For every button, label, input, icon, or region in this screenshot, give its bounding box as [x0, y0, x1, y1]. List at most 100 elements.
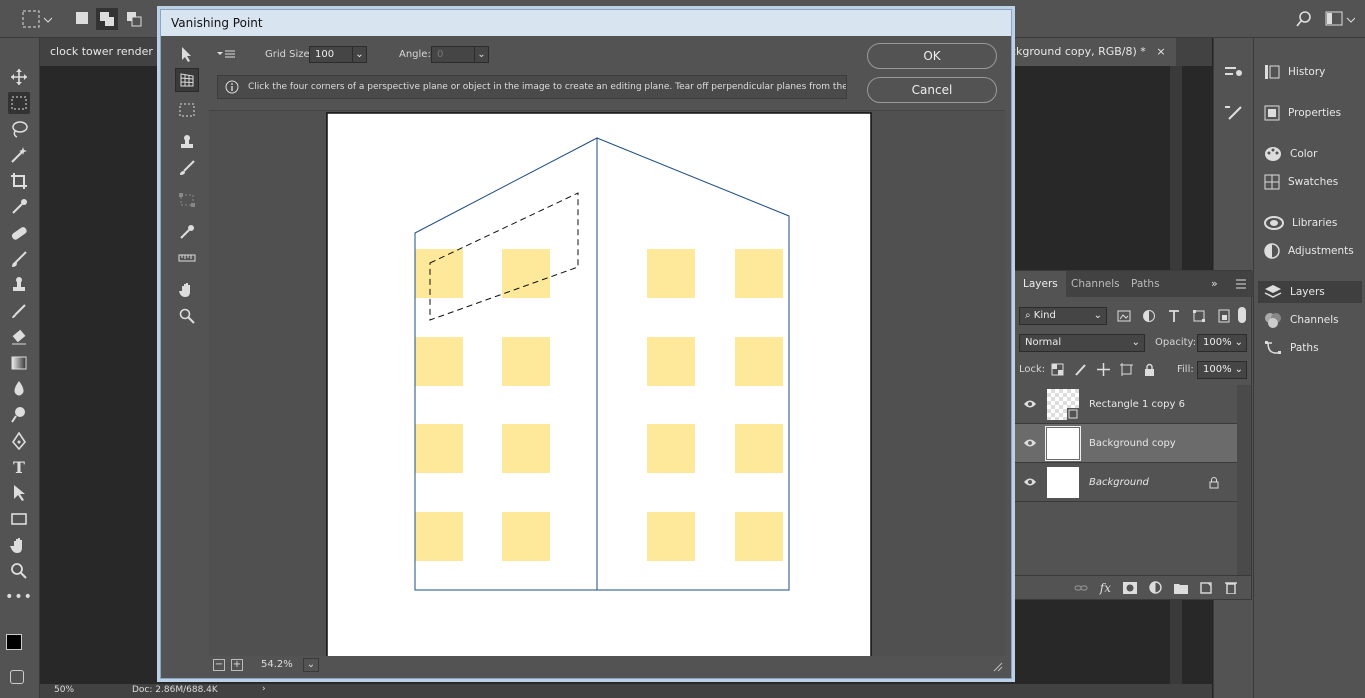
new-layer-icon[interactable] — [1200, 581, 1213, 594]
visibility-eye-icon[interactable] — [1023, 476, 1037, 488]
shape-filter-icon[interactable] — [1192, 309, 1206, 323]
lasso-tool-icon[interactable] — [8, 118, 30, 140]
panel-libraries[interactable]: Libraries — [1264, 212, 1337, 234]
dodge-tool-icon[interactable] — [8, 404, 30, 426]
lock-pixels-icon[interactable] — [1074, 363, 1087, 376]
doc-tab-inactive[interactable]: clock tower render 1. — [40, 38, 177, 66]
clone-stamp-icon[interactable] — [8, 274, 30, 296]
zoom-in-icon[interactable]: + — [231, 659, 243, 671]
zoom-out-icon[interactable]: − — [213, 659, 225, 671]
new-selection-icon[interactable] — [75, 11, 89, 25]
panel-menu-icon[interactable] — [1235, 278, 1247, 290]
vp-zoom-value[interactable]: 54.2% — [261, 659, 293, 670]
panel-adjustments[interactable]: Adjustments — [1264, 240, 1354, 262]
fill-input[interactable]: 100% ⌄ — [1197, 361, 1247, 379]
adjustment-filter-icon[interactable] — [1142, 309, 1156, 323]
marquee-preset-icon[interactable] — [22, 10, 52, 28]
move-tool-icon[interactable] — [8, 66, 30, 88]
pen-tool-icon[interactable] — [8, 430, 30, 452]
vp-zoom-tool-icon[interactable] — [175, 304, 199, 328]
angle-input[interactable]: 0 ⌄ — [431, 46, 489, 63]
visibility-eye-icon[interactable] — [1023, 398, 1037, 410]
gradient-icon[interactable] — [8, 352, 30, 374]
layers-scrollbar[interactable] — [1237, 385, 1251, 575]
type-filter-icon[interactable] — [1167, 309, 1181, 323]
marquee-tool-icon[interactable] — [8, 92, 30, 114]
panel-channels[interactable]: Channels — [1264, 309, 1339, 331]
type-tool-icon[interactable]: T — [8, 456, 30, 478]
collapse-arrows-icon[interactable]: » — [1211, 277, 1218, 290]
magic-wand-icon[interactable] — [8, 144, 30, 166]
filter-toggle[interactable] — [1238, 307, 1246, 323]
add-mask-icon[interactable] — [1123, 581, 1137, 594]
vp-stamp-tool-icon[interactable] — [175, 130, 199, 154]
lock-transparent-icon[interactable] — [1051, 363, 1064, 376]
layer-row[interactable]: Rectangle 1 copy 6 — [1015, 385, 1237, 424]
hand-tool-icon[interactable] — [8, 534, 30, 556]
vp-transform-tool-icon[interactable] — [175, 188, 199, 212]
pixel-filter-icon[interactable] — [1117, 309, 1131, 323]
vp-eyedropper-tool-icon[interactable] — [175, 220, 199, 244]
new-group-icon[interactable] — [1174, 582, 1188, 594]
healing-brush-icon[interactable] — [8, 222, 30, 244]
eraser-icon[interactable] — [8, 326, 30, 348]
smart-object-filter-icon[interactable] — [1217, 309, 1231, 323]
path-selection-icon[interactable] — [8, 482, 30, 504]
panel-swatches[interactable]: Swatches — [1264, 171, 1338, 193]
layer-row[interactable]: Background — [1015, 463, 1237, 502]
vp-hand-tool-icon[interactable] — [175, 278, 199, 302]
tab-channels[interactable]: Channels — [1063, 271, 1128, 297]
ok-button[interactable]: OK — [867, 43, 997, 69]
blur-tool-icon[interactable] — [8, 378, 30, 400]
vp-brush-tool-icon[interactable] — [175, 156, 199, 180]
layer-style-icon[interactable]: fx — [1100, 581, 1111, 595]
grid-size-input[interactable]: 100 ⌄ — [309, 46, 367, 63]
vp-create-plane-tool-icon[interactable] — [175, 68, 199, 92]
doc-tab-active[interactable]: ckground copy, RGB/8) * × — [1000, 38, 1176, 66]
vp-measure-tool-icon[interactable] — [175, 246, 199, 270]
zoom-tool-icon[interactable] — [8, 560, 30, 582]
layer-row-selected[interactable]: Background copy — [1015, 424, 1237, 463]
vp-marquee-tool-icon[interactable] — [175, 98, 199, 122]
delete-layer-icon[interactable] — [1225, 581, 1237, 594]
panel-properties[interactable]: Properties — [1264, 102, 1341, 124]
lock-all-icon[interactable] — [1143, 363, 1156, 376]
opacity-input[interactable]: 100% ⌄ — [1197, 334, 1247, 352]
subtract-selection-icon[interactable] — [126, 11, 142, 27]
tab-paths[interactable]: Paths — [1123, 271, 1168, 297]
history-brush-panel-icon[interactable] — [1224, 64, 1244, 82]
more-tools-icon[interactable]: ••• — [5, 586, 32, 608]
quick-mask-icon[interactable] — [10, 670, 24, 684]
panel-paths[interactable]: Paths — [1264, 337, 1319, 359]
panel-layers[interactable]: Layers — [1258, 281, 1362, 303]
brush-tool-icon[interactable] — [8, 248, 30, 270]
history-brush-icon[interactable] — [8, 300, 30, 322]
link-layers-icon[interactable] — [1074, 582, 1088, 594]
visibility-eye-icon[interactable] — [1023, 437, 1037, 449]
zoom-readout[interactable]: 50% — [54, 685, 74, 695]
search-icon[interactable] — [1295, 10, 1313, 28]
rectangle-tool-icon[interactable] — [8, 508, 30, 530]
brush-panel-icon[interactable] — [1224, 104, 1244, 122]
panel-color[interactable]: Color — [1264, 143, 1317, 165]
doc-tab-close-icon[interactable]: × — [1156, 45, 1165, 58]
cancel-button[interactable]: Cancel — [867, 77, 997, 103]
vp-menu-icon[interactable] — [217, 49, 235, 59]
eyedropper-icon[interactable] — [8, 196, 30, 218]
status-menu-arrow-icon[interactable]: › — [262, 684, 266, 694]
lock-artboard-icon[interactable] — [1120, 363, 1133, 376]
tab-layers[interactable]: Layers — [1015, 271, 1066, 297]
workspace-icon[interactable] — [1325, 10, 1355, 28]
adjustment-layer-icon[interactable] — [1149, 581, 1162, 594]
blend-mode-select[interactable]: Normal ⌄ — [1019, 334, 1145, 352]
panel-history[interactable]: History — [1264, 61, 1325, 83]
foreground-color-swatch[interactable] — [6, 634, 22, 650]
resize-grip-icon[interactable] — [993, 662, 1003, 672]
vp-preview-area[interactable] — [209, 110, 1005, 657]
vp-edit-plane-tool-icon[interactable] — [175, 42, 199, 66]
add-selection-icon[interactable] — [96, 8, 118, 30]
lock-position-icon[interactable] — [1097, 363, 1110, 376]
crop-tool-icon[interactable] — [8, 170, 30, 192]
layer-filter-select[interactable]: ⌕ Kind ⌄ — [1019, 307, 1107, 325]
vp-zoom-dropdown-icon[interactable]: ⌄ — [303, 658, 319, 672]
